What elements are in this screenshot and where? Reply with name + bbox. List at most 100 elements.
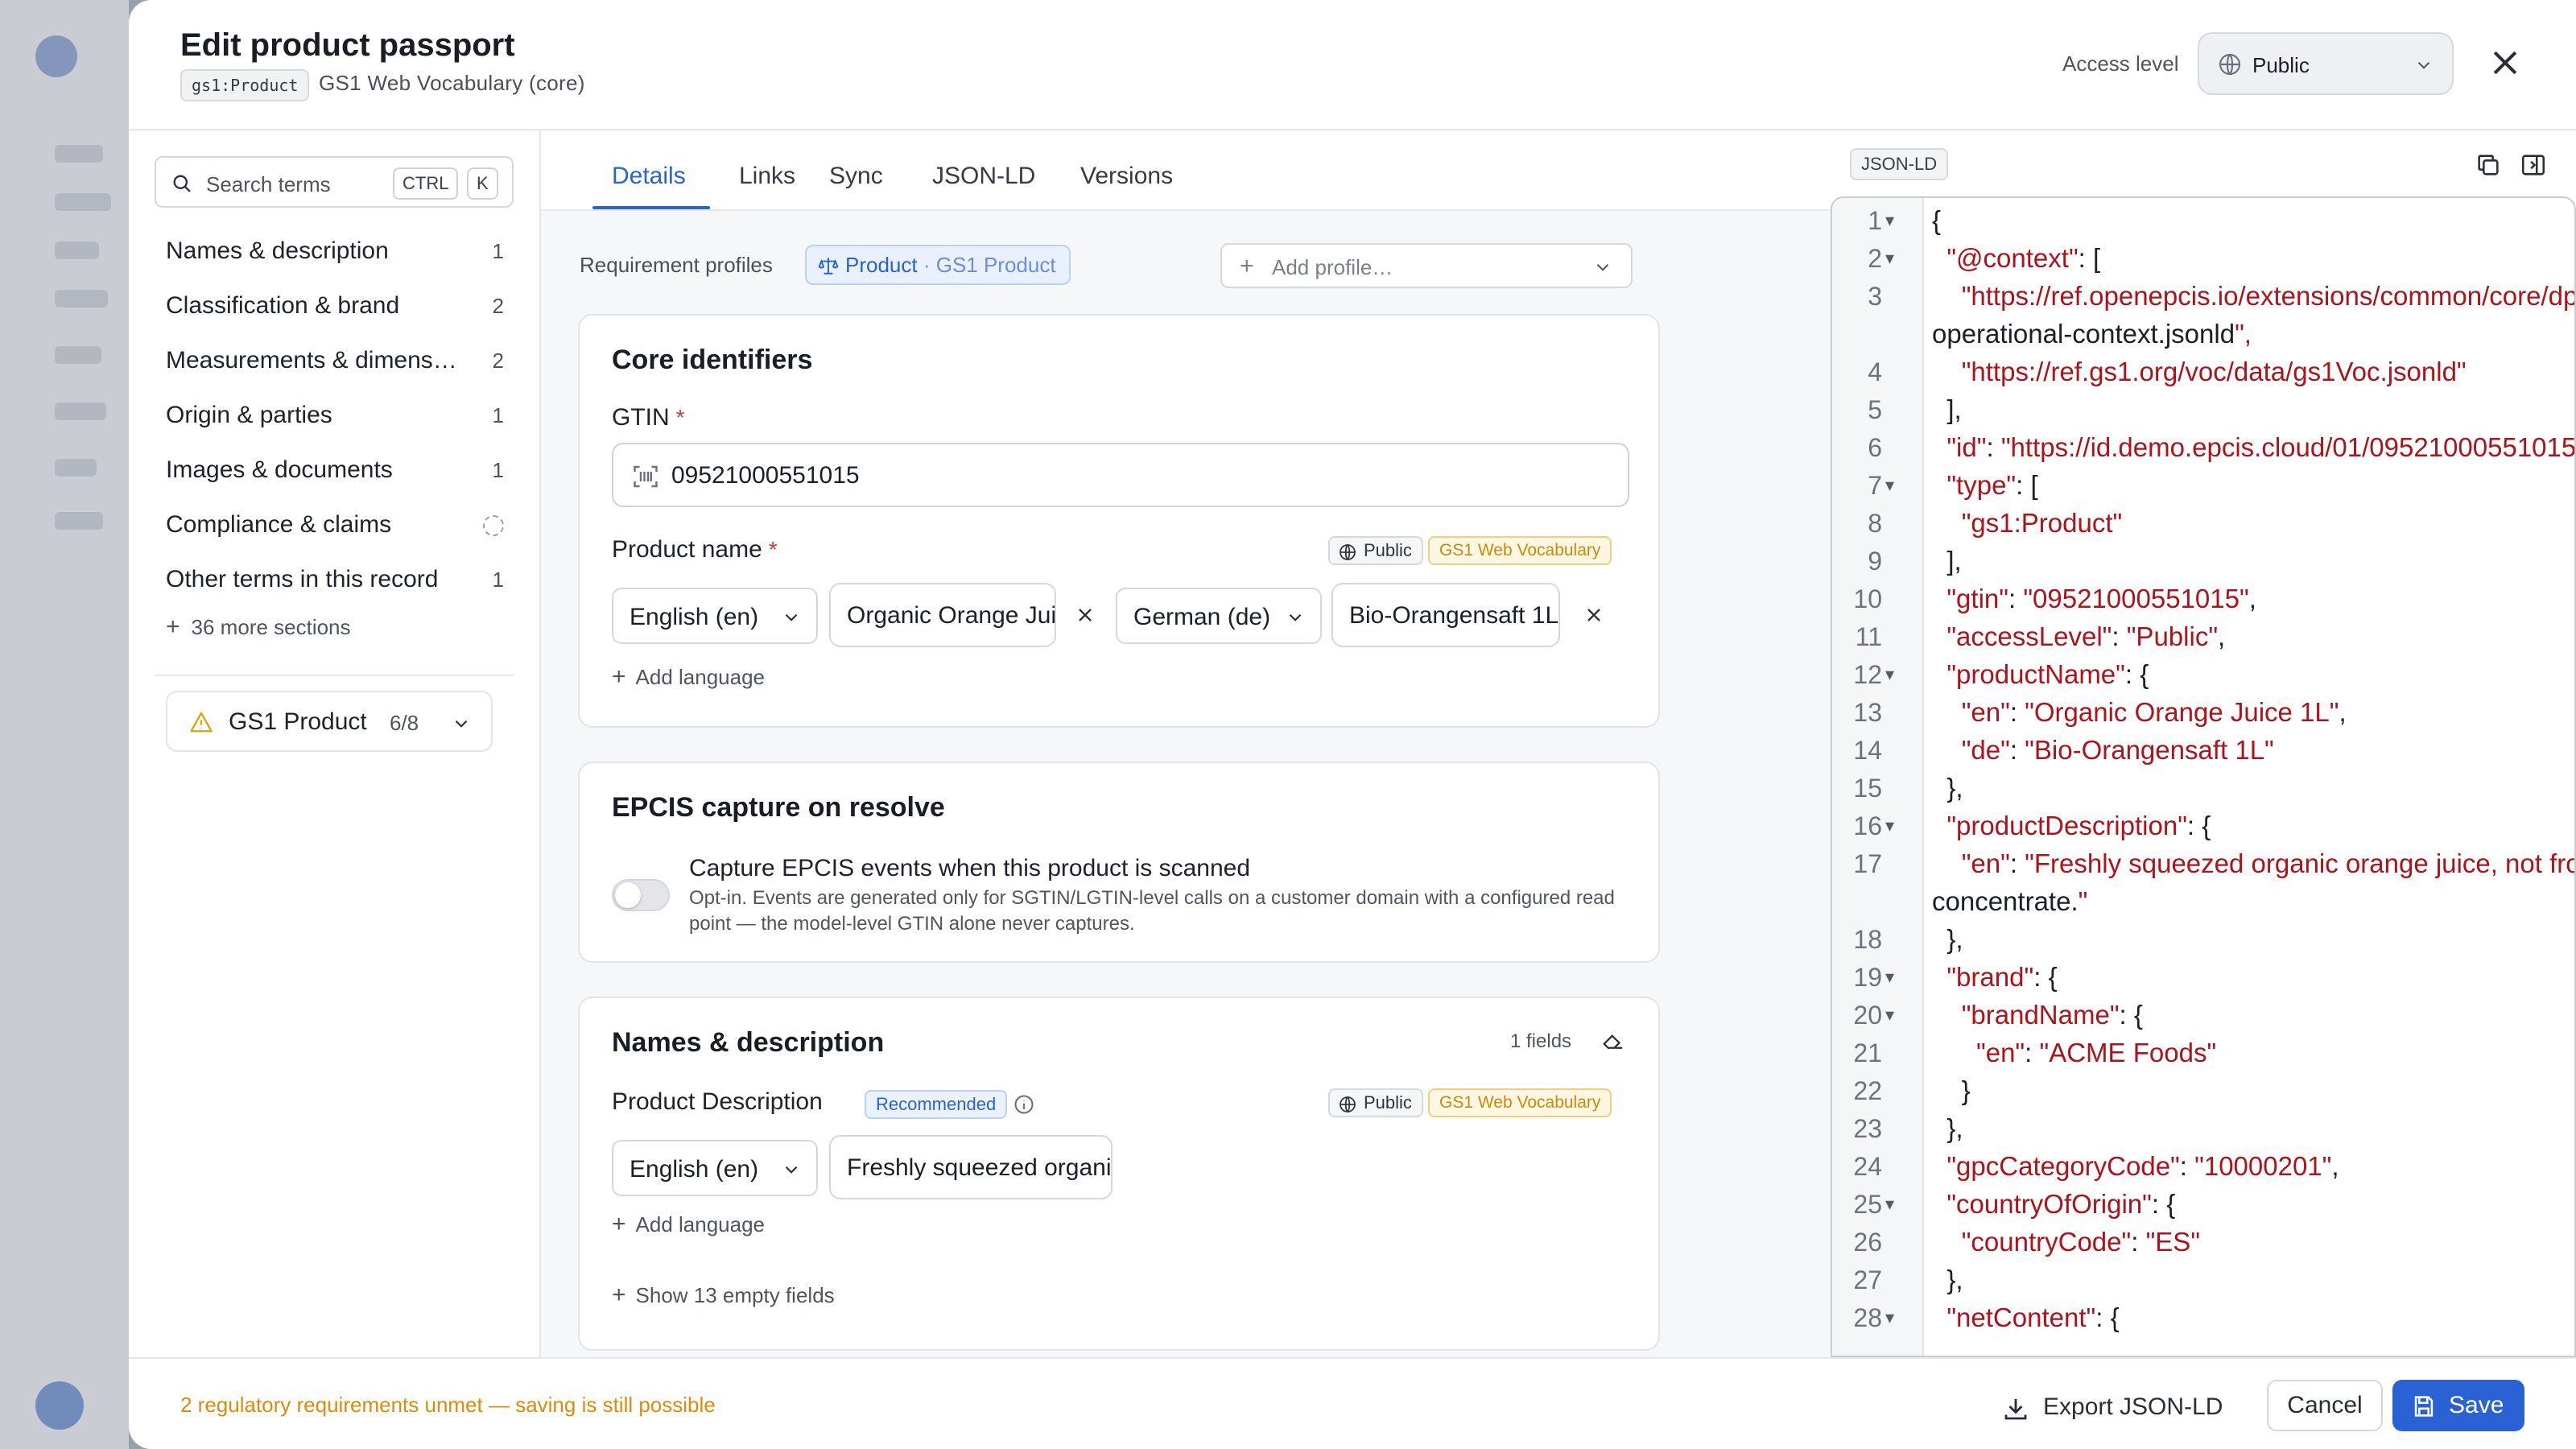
more-sections-label: 36 more sections — [191, 615, 351, 639]
code-text: }, — [1932, 1113, 1963, 1143]
vocabulary-badge: GS1 Web Vocabulary — [1428, 1088, 1612, 1117]
fold-toggle-icon[interactable]: ▾ — [1885, 466, 1894, 505]
fold-toggle-icon[interactable]: ▾ — [1885, 996, 1894, 1034]
gtin-field[interactable]: 09521000551015 — [612, 443, 1629, 507]
code-line: 12 ▾ "productName": { — [1832, 655, 2574, 694]
add-profile-select[interactable]: + Add profile… — [1220, 243, 1633, 288]
sidebar-item-label: Other terms in this record — [166, 566, 439, 592]
product-name-de-input[interactable]: Bio-Orangensaft 1L — [1331, 583, 1560, 647]
line-number: 3 — [1868, 282, 1882, 311]
search-input[interactable]: Search terms CTRL K — [155, 156, 514, 208]
sidebar-item-origin-parties[interactable]: Origin & parties 1 — [166, 391, 504, 440]
language-select-de[interactable]: German (de) — [1116, 588, 1322, 644]
shortcut-ctrl-key: CTRL — [393, 167, 459, 200]
line-number: 9 — [1868, 547, 1882, 576]
tab-sync[interactable]: Sync — [829, 163, 883, 190]
sidebar-item-label: Compliance & claims — [166, 511, 392, 538]
required-marker: * — [768, 537, 778, 562]
code-line: 16 ▾ "productDescription": { — [1832, 807, 2574, 845]
language-select-en[interactable]: English (en) — [612, 1140, 818, 1196]
info-icon[interactable] — [1013, 1093, 1035, 1116]
chevron-down-icon — [455, 720, 468, 728]
product-name-en-input[interactable]: Organic Orange Juice 1L — [829, 583, 1056, 647]
line-number: 17 — [1853, 849, 1882, 878]
epcis-capture-card: EPCIS capture on resolve Capture EPCIS e… — [578, 762, 1660, 963]
code-line: 23 }, — [1832, 1109, 2574, 1148]
tab-json-ld[interactable]: JSON-LD — [932, 163, 1035, 190]
plus-icon: + — [1240, 253, 1254, 279]
requirement-profile-chip[interactable]: Product · GS1 Product — [805, 245, 1071, 285]
sidebar-item-classification-brand[interactable]: Classification & brand 2 — [166, 282, 504, 330]
line-number: 14 — [1853, 736, 1882, 765]
line-number: 25 — [1853, 1190, 1882, 1219]
code-editor[interactable]: 1 ▾{2 ▾ "@context": [3 "https://ref.openep… — [1831, 196, 2576, 1357]
code-line: concentrate." — [1832, 882, 2574, 921]
more-sections-button[interactable]: +36 more sections — [166, 613, 351, 641]
sidebar-item-label: Images & documents — [166, 456, 393, 483]
fold-toggle-icon[interactable]: ▾ — [1885, 201, 1894, 240]
sidebar-item-measurements[interactable]: Measurements & dimens… 2 — [166, 336, 504, 385]
plus-icon: + — [612, 1211, 626, 1237]
code-text: ], — [1932, 546, 1962, 576]
copy-icon[interactable] — [2475, 151, 2502, 179]
code-line: 28 ▾ "netContent": { — [1832, 1298, 2574, 1337]
add-language-label: Add language — [635, 1212, 766, 1236]
fold-toggle-icon[interactable]: ▾ — [1885, 239, 1894, 278]
fold-toggle-icon[interactable]: ▾ — [1885, 807, 1894, 845]
sidebar-item-names-description[interactable]: Names & description 1 — [166, 227, 504, 275]
code-text: operational-context.jsonld", — [1932, 319, 2252, 349]
language-value: English (en) — [630, 1156, 759, 1183]
cancel-button[interactable]: Cancel — [2267, 1380, 2383, 1431]
sidebar-item-other-terms[interactable]: Other terms in this record 1 — [166, 555, 504, 604]
code-line: 7 ▾ "type": [ — [1832, 466, 2574, 505]
language-select-en[interactable]: English (en) — [612, 588, 818, 644]
sidebar-item-count: 1 — [492, 239, 504, 263]
show-empty-fields-button[interactable]: + Show 13 empty fields — [612, 1282, 835, 1309]
background-nav-bar — [55, 242, 99, 259]
line-number: 26 — [1853, 1228, 1882, 1257]
collapse-panel-icon[interactable] — [2520, 151, 2547, 179]
modal-footer: 2 regulatory requirements unmet — saving… — [129, 1357, 2576, 1449]
add-language-button[interactable]: + Add language — [612, 663, 765, 691]
line-number: 5 — [1868, 395, 1882, 424]
line-number: 12 — [1853, 660, 1882, 689]
remove-language-icon[interactable] — [1074, 604, 1096, 626]
remove-language-icon[interactable] — [1583, 604, 1605, 626]
save-icon — [2414, 1396, 2434, 1417]
product-description-value: Freshly squeezed organic orange juice, n… — [847, 1154, 1112, 1181]
export-json-ld-button[interactable]: Export JSON-LD — [2001, 1383, 2223, 1431]
sidebar-item-count: 1 — [492, 403, 504, 427]
tab-details[interactable]: Details — [612, 163, 686, 190]
fold-toggle-icon[interactable]: ▾ — [1885, 1298, 1894, 1337]
sidebar-item-images-documents[interactable]: Images & documents 1 — [166, 446, 504, 494]
requirement-profile-toggle[interactable]: GS1 Product 6/8 — [166, 691, 493, 752]
epcis-capture-toggle[interactable] — [612, 879, 670, 911]
card-title: EPCIS capture on resolve — [612, 792, 945, 823]
names-description-card: Names & description 1 fields Product Des… — [578, 997, 1660, 1351]
tab-links[interactable]: Links — [739, 163, 795, 190]
code-line: 5 ], — [1832, 390, 2574, 429]
toggle-description: Opt-in. Events are generated only for SG… — [689, 887, 1615, 935]
add-language-button[interactable]: + Add language — [612, 1211, 765, 1238]
code-text: "accessLevel": "Public", — [1946, 621, 2226, 651]
line-number: 8 — [1868, 509, 1882, 538]
product-description-en-input[interactable]: Freshly squeezed organic orange juice, n… — [829, 1135, 1113, 1199]
product-name-label-text: Product name — [612, 536, 762, 563]
close-icon[interactable] — [2487, 45, 2523, 80]
access-level-select[interactable]: Public — [2198, 32, 2454, 95]
eraser-icon[interactable] — [1600, 1029, 1626, 1053]
gtin-label-text: GTIN — [612, 404, 670, 431]
profile-progress: 6/8 — [390, 711, 419, 735]
code-text: "netContent": { — [1946, 1302, 2120, 1332]
save-button[interactable]: Save — [2392, 1380, 2524, 1431]
fold-toggle-icon[interactable]: ▾ — [1885, 1185, 1894, 1224]
vocabulary-label: GS1 Web Vocabulary (core) — [319, 71, 585, 95]
fold-toggle-icon[interactable]: ▾ — [1885, 958, 1894, 997]
access-level-value: Public — [2252, 53, 2310, 77]
public-badge-label: Public — [1364, 540, 1412, 560]
sidebar-item-compliance-claims[interactable]: Compliance & claims — [166, 501, 504, 549]
tab-versions[interactable]: Versions — [1080, 163, 1173, 190]
code-text: }, — [1932, 1265, 1963, 1294]
language-value: English (en) — [630, 604, 759, 630]
fold-toggle-icon[interactable]: ▾ — [1885, 655, 1894, 694]
